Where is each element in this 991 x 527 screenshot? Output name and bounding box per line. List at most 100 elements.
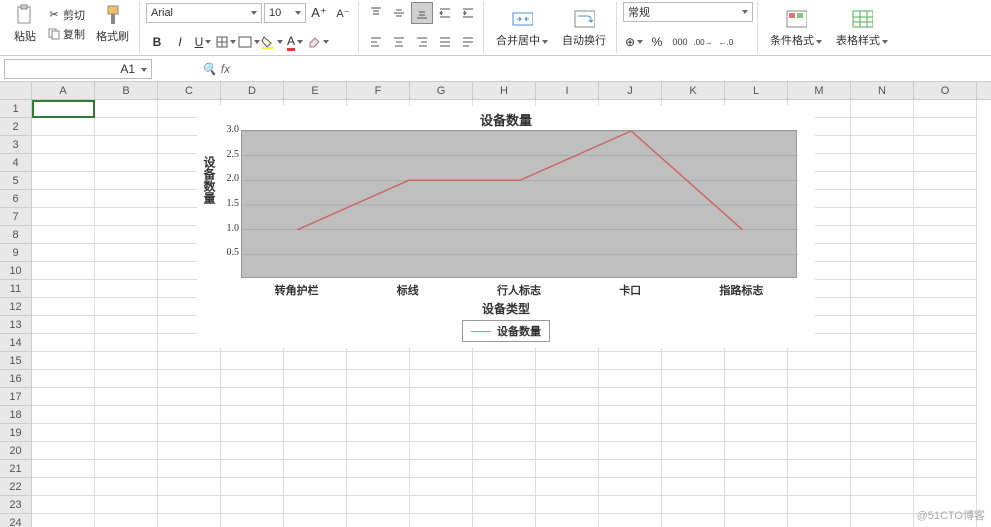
align-middle-button[interactable] (388, 2, 410, 24)
cell[interactable] (221, 352, 284, 370)
cell[interactable] (725, 352, 788, 370)
wrap-text-button[interactable]: 自动换行 (556, 6, 612, 50)
cell[interactable] (221, 388, 284, 406)
row-header[interactable]: 2 (0, 118, 31, 136)
cell[interactable] (851, 262, 914, 280)
cell[interactable] (662, 496, 725, 514)
cell[interactable] (95, 316, 158, 334)
paste-button[interactable]: 粘贴 (8, 2, 42, 46)
cell[interactable] (914, 388, 977, 406)
embedded-chart[interactable]: 设备数量 设备数量 设备类型 设备数量 (197, 106, 815, 348)
cell[interactable] (914, 244, 977, 262)
align-top-button[interactable] (365, 2, 387, 24)
fill-color-button[interactable] (261, 31, 283, 53)
cell[interactable] (599, 370, 662, 388)
row-header[interactable]: 24 (0, 514, 31, 527)
cell[interactable] (599, 388, 662, 406)
table-style-button[interactable]: 表格样式 (830, 6, 894, 50)
cell[interactable] (284, 406, 347, 424)
cell[interactable] (599, 424, 662, 442)
cell[interactable] (851, 280, 914, 298)
cell[interactable] (851, 136, 914, 154)
cell[interactable] (95, 244, 158, 262)
cell[interactable] (914, 460, 977, 478)
column-header[interactable]: L (725, 82, 788, 99)
column-header[interactable]: G (410, 82, 473, 99)
cell[interactable] (914, 370, 977, 388)
cell[interactable] (914, 478, 977, 496)
cell[interactable] (599, 478, 662, 496)
select-all-corner[interactable] (0, 82, 32, 99)
cell[interactable] (95, 298, 158, 316)
cell[interactable] (410, 424, 473, 442)
number-format-select[interactable]: 常规 (623, 2, 753, 22)
column-header[interactable]: J (599, 82, 662, 99)
column-header[interactable]: A (32, 82, 95, 99)
cell[interactable] (32, 118, 95, 136)
cell[interactable] (158, 352, 221, 370)
cell[interactable] (662, 370, 725, 388)
cell[interactable] (221, 406, 284, 424)
cell[interactable] (788, 352, 851, 370)
cell[interactable] (788, 478, 851, 496)
cell[interactable] (851, 190, 914, 208)
cell[interactable] (284, 442, 347, 460)
indent-decrease-button[interactable] (434, 2, 456, 24)
justify-button[interactable] (434, 31, 456, 53)
row-header[interactable]: 20 (0, 442, 31, 460)
cell[interactable] (725, 370, 788, 388)
cell[interactable] (32, 370, 95, 388)
cell[interactable] (158, 442, 221, 460)
column-header[interactable]: H (473, 82, 536, 99)
cell[interactable] (473, 442, 536, 460)
cell[interactable] (284, 370, 347, 388)
row-header[interactable]: 15 (0, 352, 31, 370)
cell[interactable] (473, 370, 536, 388)
cell[interactable] (473, 514, 536, 527)
cell[interactable] (95, 352, 158, 370)
cell[interactable] (725, 478, 788, 496)
cell[interactable] (32, 190, 95, 208)
cell[interactable] (95, 442, 158, 460)
cell[interactable] (725, 514, 788, 527)
cell[interactable] (914, 100, 977, 118)
cell[interactable] (599, 352, 662, 370)
cell[interactable] (473, 460, 536, 478)
cell[interactable] (95, 388, 158, 406)
cell[interactable] (536, 424, 599, 442)
cell[interactable] (32, 460, 95, 478)
cell[interactable] (914, 208, 977, 226)
cell[interactable] (788, 496, 851, 514)
cell[interactable] (95, 478, 158, 496)
cell[interactable] (914, 172, 977, 190)
cell[interactable] (914, 262, 977, 280)
cell[interactable] (32, 496, 95, 514)
cell[interactable] (536, 406, 599, 424)
cell[interactable] (788, 514, 851, 527)
cell[interactable] (32, 478, 95, 496)
cell[interactable] (32, 424, 95, 442)
cell[interactable] (851, 226, 914, 244)
cell[interactable] (347, 514, 410, 527)
cell[interactable] (851, 298, 914, 316)
cell[interactable] (95, 118, 158, 136)
cell[interactable] (473, 406, 536, 424)
row-header[interactable]: 10 (0, 262, 31, 280)
font-name-select[interactable]: Arial (146, 3, 262, 23)
cell[interactable] (410, 496, 473, 514)
cell[interactable] (851, 244, 914, 262)
column-header[interactable]: D (221, 82, 284, 99)
cell[interactable] (284, 478, 347, 496)
cell[interactable] (221, 496, 284, 514)
row-header[interactable]: 23 (0, 496, 31, 514)
cell[interactable] (95, 496, 158, 514)
cell[interactable] (914, 226, 977, 244)
increase-font-button[interactable]: A⁺ (308, 2, 330, 24)
cell[interactable] (95, 172, 158, 190)
cell[interactable] (347, 460, 410, 478)
cell[interactable] (725, 460, 788, 478)
copy-button[interactable]: 复制 (44, 25, 88, 43)
cell[interactable] (32, 514, 95, 527)
cell[interactable] (662, 388, 725, 406)
merge-center-button[interactable]: 合并居中 (490, 6, 554, 50)
